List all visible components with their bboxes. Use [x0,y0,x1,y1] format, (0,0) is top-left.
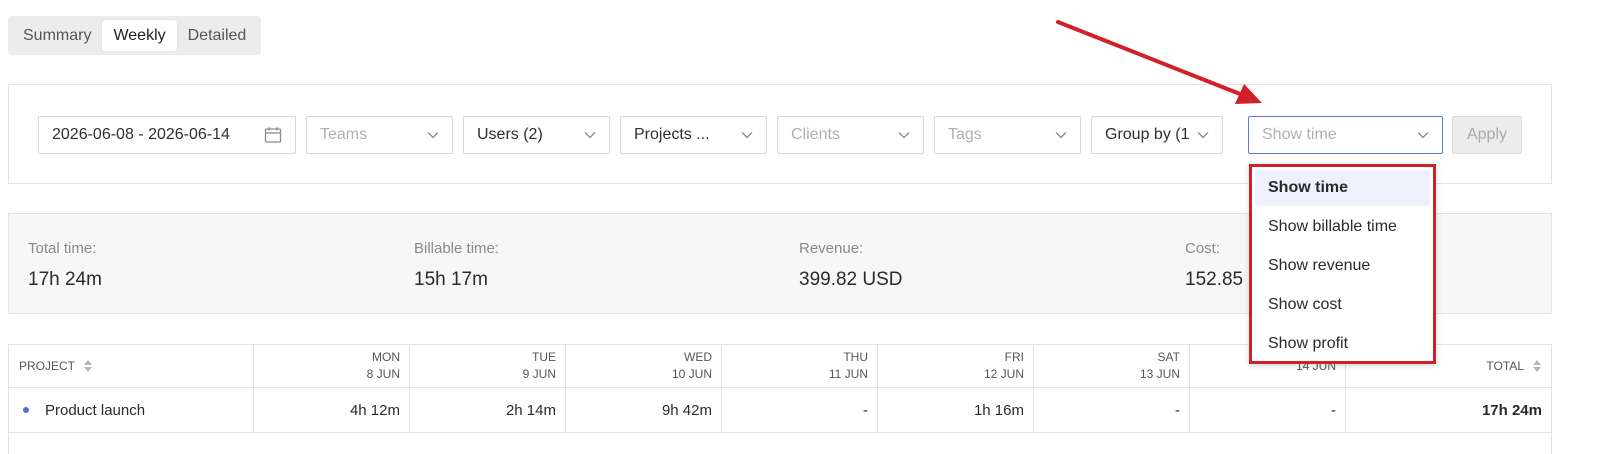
chevron-down-icon [584,132,596,139]
day-value-cell: - [1034,388,1190,432]
day-column-header: FRI 12 JUN [878,345,1034,387]
day-date: 11 JUN [828,367,868,381]
project-color-dot [23,407,29,413]
day-name: SAT [1157,350,1180,364]
teams-filter[interactable]: Teams [306,116,453,154]
billable-time-label: Billable time: [414,240,500,257]
project-header-label: PROJECT [19,359,76,373]
day-value-cell: 1h 16m [878,388,1034,432]
day-date: 10 JUN [671,367,712,381]
tags-filter-label: Tags [948,126,982,143]
billable-time-stat: Billable time: 15h 17m [414,240,499,291]
date-range-picker[interactable]: 2026-06-08 - 2026-06-14 [38,116,296,154]
chevron-down-icon [1055,132,1067,139]
group-by-filter-label: Group by (1) [1105,126,1189,143]
day-column-header: WED 10 JUN [566,345,722,387]
show-time-select-label: Show time [1262,126,1337,143]
apply-button[interactable]: Apply [1452,116,1522,154]
users-filter-label: Users (2) [477,126,543,143]
table-row: Product launch 4h 12m 2h 14m 9h 42m - 1h… [9,388,1551,433]
projects-filter-label: Projects ... [634,126,710,143]
show-time-dropdown-menu: Show time Show billable time Show revenu… [1249,164,1436,364]
projects-filter[interactable]: Projects ... [620,116,767,154]
chevron-down-icon [898,132,910,139]
chevron-down-icon [1197,132,1209,139]
tab-weekly[interactable]: Weekly [102,20,177,51]
day-name: WED [684,350,712,364]
project-column-header[interactable]: PROJECT [9,345,254,387]
clients-filter-label: Clients [791,126,840,143]
date-range-value: 2026-06-08 - 2026-06-14 [52,126,230,143]
chevron-down-icon [427,132,439,139]
menu-item-show-time[interactable]: Show time [1255,170,1430,206]
sort-icon [1533,360,1541,372]
cost-value: 152.85 [1185,269,1244,290]
menu-item-show-cost[interactable]: Show cost [1255,287,1430,323]
day-column-header: SAT 13 JUN [1034,345,1190,387]
day-value-cell: - [722,388,878,432]
show-time-select[interactable]: Show time [1248,116,1443,154]
day-value-cell: 2h 14m [410,388,566,432]
tab-detailed[interactable]: Detailed [177,20,258,51]
group-by-filter[interactable]: Group by (1) [1091,116,1223,154]
day-name: THU [843,350,868,364]
users-filter[interactable]: Users (2) [463,116,610,154]
cost-stat: Cost: 152.85 [1185,240,1243,291]
day-date: 13 JUN [1139,367,1180,381]
total-time-value: 17h 24m [28,269,102,290]
day-name: FRI [1004,350,1024,364]
row-total-cell: 17h 24m [1481,401,1542,419]
project-cell: Product launch [9,388,254,432]
tags-filter[interactable]: Tags [934,116,1081,154]
chevron-down-icon [741,132,753,139]
menu-item-show-revenue[interactable]: Show revenue [1255,248,1430,284]
total-time-label: Total time: [28,240,97,257]
report-tabs: Summary Weekly Detailed [8,16,262,55]
day-column-header: THU 11 JUN [722,345,878,387]
revenue-value: 399.82 USD [799,269,903,290]
clients-filter[interactable]: Clients [777,116,924,154]
total-time-stat: Total time: 17h 24m [28,240,102,291]
day-name: MON [372,350,400,364]
revenue-label: Revenue: [799,240,864,257]
revenue-stat: Revenue: 399.82 USD [799,240,903,291]
cost-label: Cost: [1185,240,1221,257]
menu-item-show-billable-time[interactable]: Show billable time [1255,209,1430,245]
total-header-label: TOTAL [1486,359,1524,373]
day-date: 12 JUN [983,367,1024,381]
day-value-cell: 4h 12m [254,388,410,432]
day-date: 9 JUN [522,367,556,381]
teams-filter-label: Teams [320,126,368,143]
menu-item-show-profit[interactable]: Show profit [1255,326,1430,362]
day-name: TUE [532,350,556,364]
day-column-header: MON 8 JUN [254,345,410,387]
day-date: 8 JUN [366,367,400,381]
day-value-cell: 9h 42m [566,388,722,432]
chevron-down-icon [1417,132,1429,139]
tab-summary[interactable]: Summary [12,20,102,51]
billable-time-value: 15h 17m [414,269,488,290]
project-name[interactable]: Product launch [45,402,145,419]
sort-icon [84,360,93,372]
day-value-cell: - [1190,388,1346,432]
calendar-icon [264,127,282,143]
day-column-header: TUE 9 JUN [410,345,566,387]
